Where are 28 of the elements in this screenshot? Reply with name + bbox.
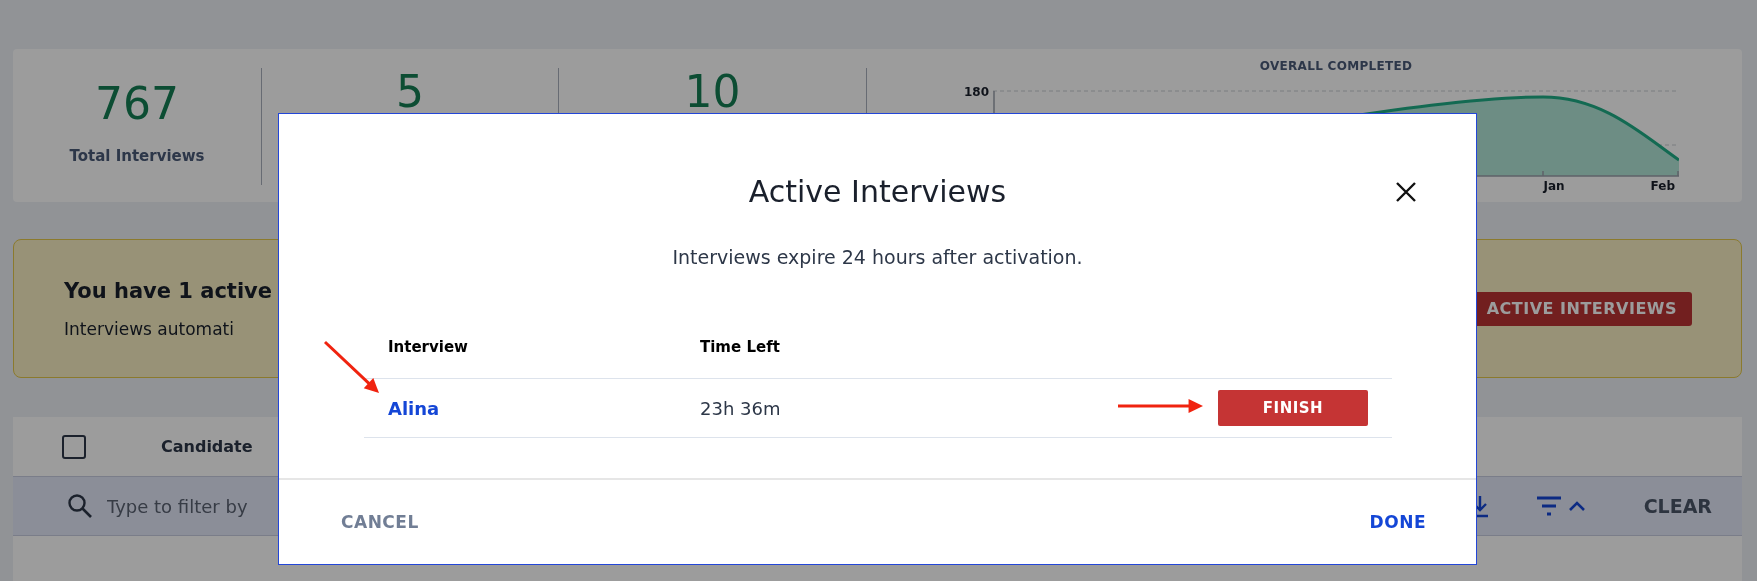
chart-title: OVERALL COMPLETED [1258,59,1414,73]
finish-button[interactable]: FINISH [1218,390,1368,426]
stat-value: 767 [95,79,179,129]
filter-icon[interactable] [1535,495,1562,517]
search-icon [67,493,93,519]
time-left: 23h 36m [700,397,781,419]
axis-label: Jan [1543,179,1565,193]
axis-label: 180 [962,84,989,101]
cancel-button[interactable]: CANCEL [341,512,419,532]
arrow [323,340,379,393]
interview-link[interactable]: Alina [388,397,440,419]
column-header: Interview [388,337,469,358]
checkbox[interactable] [62,434,86,459]
column-header: Time Left [700,337,780,358]
close-icon[interactable] [1395,181,1417,203]
done-button[interactable]: DONE [1369,512,1426,532]
dialog-title: Active Interviews [748,173,1007,211]
axis-label: Feb [1650,179,1675,193]
filter-field[interactable]: Type to filter by [105,494,289,518]
stat-value: 10 [684,75,741,109]
banner-title: You have 1 active [64,277,274,305]
banner-text: Interviews automati [64,317,235,341]
stat-label: Total Interviews [69,146,205,166]
dialog-subtitle: Interviews expire 24 hours after activation. [672,246,1083,268]
clear-button[interactable]: CLEAR [1643,495,1712,517]
stat-value: 5 [396,75,424,109]
chevron-up-icon[interactable] [1567,500,1586,512]
column-header[interactable]: Candidate [161,437,253,456]
